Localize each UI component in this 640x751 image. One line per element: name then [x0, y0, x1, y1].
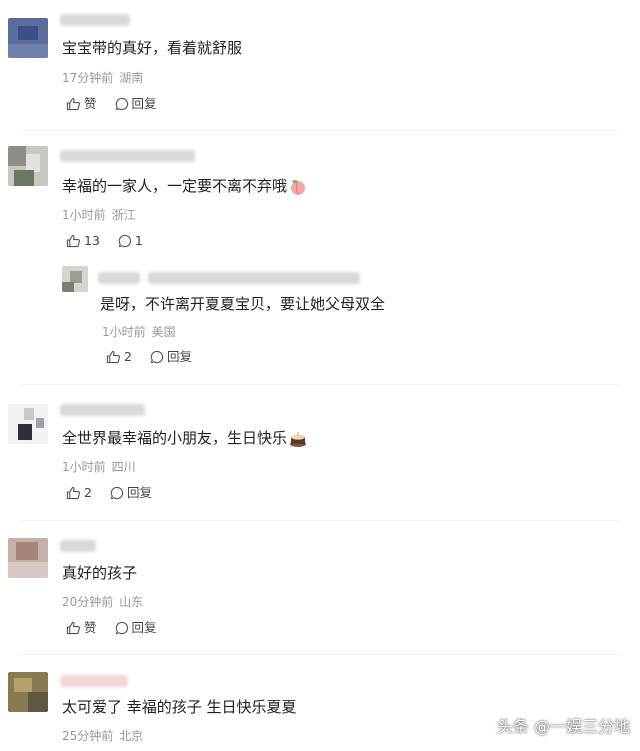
username[interactable] — [60, 14, 130, 26]
comment-text: 太可爱了 幸福的孩子 生日快乐夏夏 — [62, 698, 297, 716]
comment-time: 20分钟前 — [62, 595, 114, 609]
comment-actions: 赞 回复 — [66, 96, 175, 112]
comment-location: 浙江 — [111, 208, 136, 222]
comment-actions: 13 1 — [66, 233, 161, 249]
comment-text: 全世界最幸福的小朋友，生日快乐 — [62, 428, 307, 448]
like-label: 赞 — [84, 620, 97, 635]
like-button[interactable]: 赞 — [66, 620, 97, 636]
comment-meta: 17分钟前 湖南 — [62, 70, 143, 86]
comment-actions: 赞 回复 — [66, 620, 175, 636]
comment-location: 山东 — [119, 595, 144, 609]
thumbs-up-icon — [66, 486, 80, 500]
divider — [20, 520, 620, 521]
reply-bubble-icon — [118, 234, 131, 248]
comment-location: 四川 — [111, 460, 136, 474]
avatar[interactable] — [8, 146, 48, 186]
comment-meta: 1小时前 美国 — [102, 324, 176, 340]
avatar[interactable] — [8, 538, 48, 578]
comment-actions: 2 回复 — [66, 485, 170, 501]
comment-meta: 25分钟前 北京 — [62, 728, 143, 744]
thumbs-up-icon — [106, 350, 120, 364]
username[interactable] — [60, 675, 128, 687]
reply-button[interactable]: 回复 — [150, 349, 192, 365]
comment-meta: 1小时前 浙江 — [62, 207, 136, 223]
username[interactable] — [60, 540, 96, 552]
comment-text-body: 全世界最幸福的小朋友，生日快乐 — [62, 429, 288, 447]
comment-time: 17分钟前 — [62, 71, 114, 85]
thumbs-up-icon — [66, 97, 80, 111]
reply-button[interactable]: 回复 — [110, 485, 152, 501]
comment-text: 真好的孩子 — [62, 564, 138, 582]
comment-text: 宝宝带的真好，看着就舒服 — [62, 39, 243, 57]
reply-target-username[interactable] — [148, 272, 360, 284]
comment-time: 25分钟前 — [62, 729, 114, 743]
comment-time: 1小时前 — [62, 460, 106, 474]
like-button[interactable]: 2 — [106, 349, 132, 365]
divider — [20, 654, 620, 655]
comment-meta: 1小时前 四川 — [62, 459, 136, 475]
thumbs-up-icon — [66, 234, 80, 248]
comment-time: 1小时前 — [102, 325, 146, 339]
reply-bubble-icon — [115, 621, 128, 635]
like-count: 13 — [84, 233, 100, 248]
comment-text: 是呀，不许离开夏夏宝贝，要让她父母双全 — [100, 295, 386, 313]
reply-label: 回复 — [131, 96, 157, 111]
username[interactable] — [98, 272, 140, 284]
comment-meta: 20分钟前 山东 — [62, 594, 143, 610]
reply-count: 1 — [134, 233, 143, 248]
reply-bubble-icon — [150, 350, 164, 364]
comment-actions: 2 回复 — [106, 349, 210, 365]
like-button[interactable]: 赞 — [66, 96, 97, 112]
thumbs-up-icon — [66, 621, 80, 635]
comment-location: 北京 — [119, 729, 144, 743]
watermark: 头条 @一娱三分地 — [496, 717, 630, 736]
comment-location: 湖南 — [119, 71, 144, 85]
avatar[interactable] — [8, 18, 48, 58]
peach-emoji-icon — [291, 179, 306, 195]
avatar[interactable] — [8, 672, 48, 712]
reply-label: 回复 — [126, 485, 152, 500]
like-button[interactable]: 13 — [66, 233, 100, 249]
like-count: 2 — [124, 349, 132, 364]
username[interactable] — [60, 150, 195, 162]
like-count: 2 — [84, 485, 92, 500]
comment-location: 美国 — [151, 325, 176, 339]
like-label: 赞 — [84, 96, 97, 111]
reply-bubble-icon — [115, 97, 128, 111]
avatar[interactable] — [62, 266, 88, 292]
avatar[interactable] — [8, 404, 48, 444]
divider — [20, 384, 620, 385]
like-button[interactable]: 2 — [66, 485, 92, 501]
username[interactable] — [60, 404, 145, 416]
reply-label: 回复 — [131, 620, 157, 635]
reply-button[interactable]: 回复 — [115, 96, 157, 112]
comment-text: 幸福的一家人，一定要不离不弃哦 — [62, 176, 307, 196]
divider — [20, 130, 620, 131]
reply-button[interactable]: 回复 — [115, 620, 157, 636]
reply-label: 回复 — [166, 349, 192, 364]
cake-emoji-icon — [290, 431, 307, 447]
comment-time: 1小时前 — [62, 208, 106, 222]
reply-button[interactable]: 1 — [118, 233, 143, 249]
comment-text-body: 幸福的一家人，一定要不离不弃哦 — [62, 177, 288, 195]
reply-bubble-icon — [110, 486, 124, 500]
